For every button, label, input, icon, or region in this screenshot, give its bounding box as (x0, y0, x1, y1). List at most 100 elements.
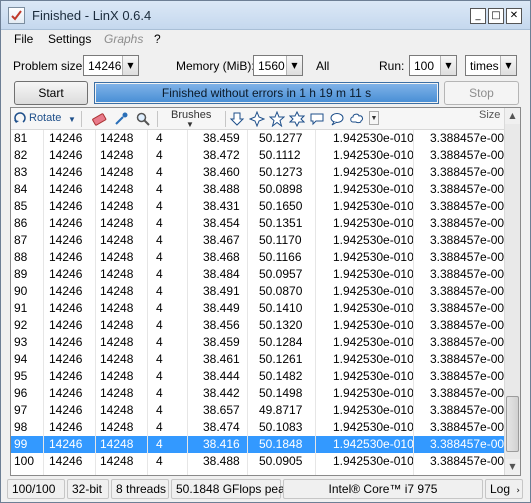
start-button[interactable]: Start (14, 81, 88, 105)
table-cell: 38.459 (203, 335, 240, 349)
table-cell: 38.472 (203, 148, 240, 162)
star4-shape-icon[interactable] (248, 110, 266, 128)
callout-rect-icon[interactable] (309, 111, 325, 127)
table-cell: 96 (14, 386, 28, 400)
table-row[interactable]: 98 14246 14248 4 38.474 50.1083 1.942530e-010 3… (11, 419, 511, 436)
overlay-toolbar: Rotate ▼ Brushes ▼ ▼ Size (11, 108, 506, 130)
table-cell: 3.388457e-002 (430, 199, 511, 213)
table-row[interactable]: 95 14246 14248 4 38.444 50.1482 1.942530e-010 3… (11, 368, 511, 385)
table-cell: 14246 (49, 182, 83, 196)
table-row[interactable]: 89 14246 14248 4 38.484 50.0957 1.942530e-010 3… (11, 266, 511, 283)
table-cell: 1.942530e-010 (333, 182, 414, 196)
table-cell: 92 (14, 318, 28, 332)
table-row[interactable]: 99 14246 14248 4 38.416 50.1848 1.942530e-010 3… (11, 436, 511, 453)
eraser-icon[interactable] (91, 111, 107, 127)
table-cell: 14246 (49, 386, 83, 400)
chevron-down-icon: ▼ (286, 56, 302, 75)
table-cell: 50.1650 (259, 199, 303, 213)
table-row[interactable]: 88 14246 14248 4 38.468 50.1166 1.942530e-010 3… (11, 249, 511, 266)
maximize-button[interactable]: □ (488, 8, 504, 24)
table-row[interactable]: 82 14246 14248 4 38.472 50.1112 1.942530e-010 3… (11, 147, 511, 164)
menu-settings[interactable]: Settings (48, 32, 91, 46)
vertical-scrollbar[interactable]: ▲ ▼ (504, 108, 520, 475)
table-cell: 3.388457e-002 (430, 148, 511, 162)
run-unit-select[interactable]: times ▼ (465, 55, 517, 76)
table-cell: 1.942530e-010 (333, 420, 414, 434)
table-row[interactable]: 81 14246 14248 4 38.459 50.1277 1.942530e-010 3… (11, 130, 511, 147)
menu-help[interactable]: ? (154, 32, 161, 46)
table-cell: 85 (14, 199, 28, 213)
table-cell: 1.942530e-010 (333, 301, 414, 315)
table-row[interactable]: 86 14246 14248 4 38.454 50.1351 1.942530e-010 3… (11, 215, 511, 232)
callout-oval-icon[interactable] (329, 111, 345, 127)
chevron-down-icon: ▼ (186, 120, 194, 129)
table-cell: 14248 (100, 199, 134, 213)
table-cell: 90 (14, 284, 28, 298)
table-row[interactable]: 97 14246 14248 4 38.657 49.8717 1.942530e-010 3… (11, 402, 511, 419)
table-row[interactable]: 100 14246 14248 4 38.488 50.0905 1.942530e-010… (11, 453, 511, 470)
run-count-select[interactable]: 100 ▼ (409, 55, 457, 76)
table-cell: 38.449 (203, 301, 240, 315)
table-row[interactable]: 96 14246 14248 4 38.442 50.1498 1.942530e-010 3… (11, 385, 511, 402)
minimize-button[interactable]: _ (470, 8, 486, 24)
table-cell: 1.942530e-010 (333, 250, 414, 264)
chevron-down-icon: ▼ (122, 56, 138, 75)
table-cell: 14246 (49, 318, 83, 332)
star6-shape-icon[interactable] (288, 110, 306, 128)
table-row[interactable]: 83 14246 14248 4 38.460 50.1273 1.942530e-010 3… (11, 164, 511, 181)
table-row[interactable]: 91 14246 14248 4 38.449 50.1410 1.942530e-010 3… (11, 300, 511, 317)
table-row[interactable]: 84 14246 14248 4 38.488 50.0898 1.942530e-010 3… (11, 181, 511, 198)
menu-file[interactable]: File (14, 32, 33, 46)
results-table[interactable]: 81 14246 14248 4 38.459 50.1277 1.942530e-010 3… (10, 107, 521, 476)
callout-cloud-icon[interactable] (349, 111, 365, 127)
table-row[interactable]: 94 14246 14248 4 38.461 50.1261 1.942530e-010 3… (11, 351, 511, 368)
table-row[interactable]: 87 14246 14248 4 38.467 50.1170 1.942530e-010 3… (11, 232, 511, 249)
scroll-up-icon[interactable]: ▲ (505, 108, 520, 124)
table-cell: 14248 (100, 318, 134, 332)
scroll-down-icon[interactable]: ▼ (505, 459, 520, 475)
table-cell: 50.1498 (259, 386, 303, 400)
title-bar: Finished - LinX 0.6.4 _ □ ✕ (1, 1, 530, 30)
table-cell: 4 (156, 233, 163, 247)
eyedropper-icon[interactable] (113, 111, 129, 127)
chevron-down-icon: ▼ (500, 56, 516, 75)
table-cell: 4 (156, 454, 163, 468)
table-cell: 1.942530e-010 (333, 454, 414, 468)
table-cell: 14246 (49, 301, 83, 315)
table-cell: 3.388457e-002 (430, 267, 511, 281)
menu-graphs[interactable]: Graphs (104, 32, 143, 46)
table-cell: 50.1261 (259, 352, 303, 366)
table-cell: 50.0898 (259, 182, 303, 196)
table-cell: 4 (156, 284, 163, 298)
table-cell: 14248 (100, 437, 134, 451)
shapes-more-icon[interactable]: ▼ (369, 111, 379, 125)
table-cell: 14248 (100, 403, 134, 417)
log-button[interactable]: Log › (485, 479, 523, 499)
table-row[interactable]: 93 14246 14248 4 38.459 50.1284 1.942530e-010 3… (11, 334, 511, 351)
table-cell: 14248 (100, 352, 134, 366)
close-button[interactable]: ✕ (506, 8, 522, 24)
table-row[interactable]: 85 14246 14248 4 38.431 50.1650 1.942530e-010 3… (11, 198, 511, 215)
table-cell: 14246 (49, 369, 83, 383)
size-label[interactable]: Size (479, 109, 500, 121)
magnifier-icon[interactable] (135, 111, 151, 127)
problem-size-select[interactable]: 14246 ▼ (83, 55, 139, 76)
table-cell: 38.459 (203, 131, 240, 145)
table-row[interactable]: 90 14246 14248 4 38.491 50.0870 1.942530e-010 3… (11, 283, 511, 300)
table-cell: 38.474 (203, 420, 240, 434)
stop-button[interactable]: Stop (444, 81, 519, 105)
table-cell: 38.467 (203, 233, 240, 247)
rotate-label[interactable]: Rotate (29, 112, 61, 124)
table-cell: 14246 (49, 352, 83, 366)
star5-shape-icon[interactable] (268, 110, 286, 128)
table-cell: 50.1320 (259, 318, 303, 332)
table-cell: 14246 (49, 250, 83, 264)
table-cell: 97 (14, 403, 28, 417)
arrow-down-shape-icon[interactable] (229, 111, 245, 127)
memory-select[interactable]: 1560 ▼ (253, 55, 303, 76)
status-bitness: 32-bit (67, 479, 109, 499)
scroll-thumb[interactable] (506, 396, 519, 452)
table-cell: 50.1170 (259, 233, 302, 247)
table-cell: 94 (14, 352, 28, 366)
table-row[interactable]: 92 14246 14248 4 38.456 50.1320 1.942530e-010 3… (11, 317, 511, 334)
